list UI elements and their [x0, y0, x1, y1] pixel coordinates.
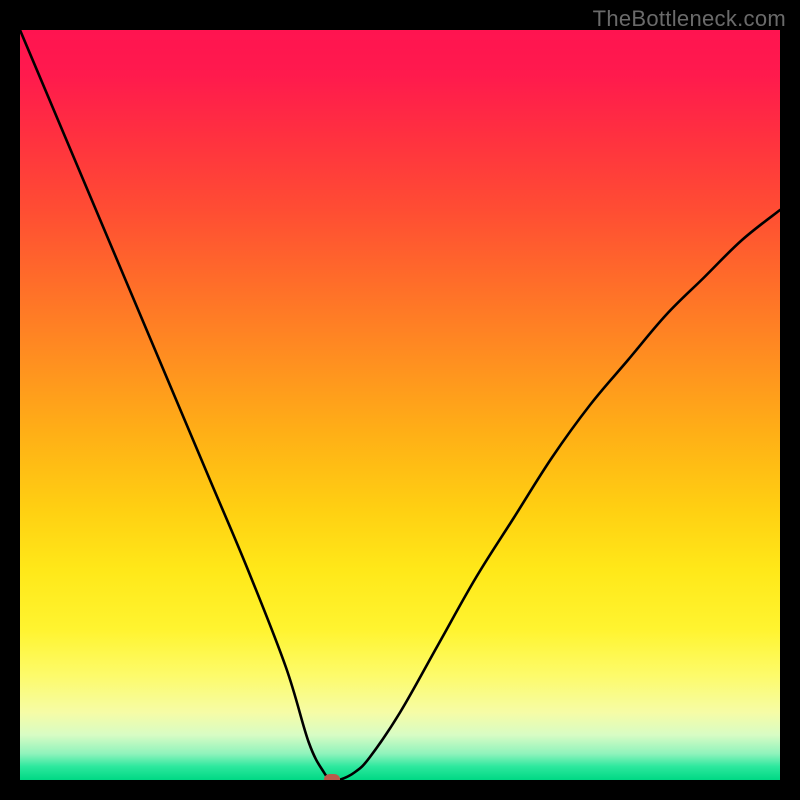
bottleneck-curve	[20, 30, 780, 780]
optimal-point-marker	[324, 774, 340, 780]
chart-frame: TheBottleneck.com	[0, 0, 800, 800]
watermark-text: TheBottleneck.com	[593, 6, 786, 32]
plot-area	[20, 30, 780, 780]
curve-svg	[20, 30, 780, 780]
